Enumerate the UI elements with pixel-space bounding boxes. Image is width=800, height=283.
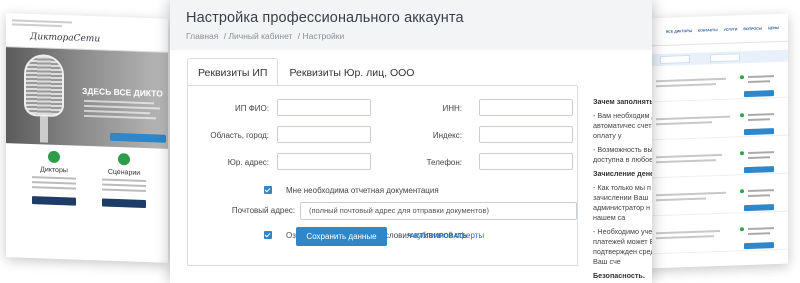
- feature-title: Сценарии: [107, 168, 141, 177]
- microphone-icon: [24, 53, 64, 118]
- docs-checkbox[interactable]: [264, 186, 272, 194]
- sidebar-text: - Вам необходим для автоматичес счета на…: [593, 111, 652, 140]
- breadcrumb-cabinet[interactable]: / Личный кабинет: [224, 31, 293, 41]
- page-title: Настройка профессионального аккаунта: [186, 10, 464, 26]
- right-filter-tab[interactable]: [710, 53, 740, 63]
- sidebar-heading: Зачем заполнять р: [593, 97, 652, 106]
- nav-item[interactable]: ЦЕНЫ: [768, 25, 779, 29]
- save-button[interactable]: Сохранить данные: [296, 227, 387, 246]
- legal-address-field[interactable]: [277, 153, 371, 170]
- background-screenshot-right: ВСЕ ДИКТОРЫ КОНТАКТЫ УСЛУГИ ВОПРОСЫ ЦЕНЫ: [650, 13, 788, 269]
- feature-text-line: [32, 186, 76, 190]
- sidebar-heading: Безопасность.: [593, 271, 645, 280]
- sidebar-text: - Необходимо уче платежей может Без подт…: [593, 227, 652, 266]
- requisites-tabs: Реквизиты ИП Реквизиты Юр. лиц, ООО: [187, 58, 425, 86]
- hero-text-line: [84, 114, 156, 120]
- hero-text-line: [84, 99, 154, 105]
- fio-label: ИП ФИО:: [235, 104, 269, 113]
- left-feature-scripts: Сценарии: [96, 152, 152, 209]
- feature-text-line: [102, 183, 146, 188]
- fio-field[interactable]: [277, 99, 371, 116]
- nav-item[interactable]: ВСЕ ДИКТОРЫ: [666, 28, 692, 33]
- sidebar-text: - Возможность вы доступна в любое: [593, 145, 652, 164]
- feature-title: Дикторы: [40, 166, 68, 175]
- background-screenshot-left: ДиктораСети ЗДЕСЬ ВСЕ ДИКТО Дикторы Сцен…: [6, 13, 168, 263]
- feature-text-line: [102, 178, 146, 183]
- nav-item[interactable]: КОНТАКТЫ: [698, 28, 718, 33]
- agree-checkbox[interactable]: [264, 231, 272, 239]
- left-hero: ЗДЕСЬ ВСЕ ДИКТО: [6, 47, 168, 149]
- feature-text-line: [102, 188, 146, 193]
- right-nav: ВСЕ ДИКТОРЫ КОНТАКТЫ УСЛУГИ ВОПРОСЫ ЦЕНЫ: [650, 13, 788, 47]
- settings-window: Настройка профессионального аккаунта Гла…: [170, 0, 652, 283]
- postal-label: Почтовый адрес:: [231, 206, 295, 215]
- list-item: [650, 219, 788, 255]
- city-field[interactable]: [277, 126, 371, 143]
- microphone-stand: [40, 116, 48, 143]
- list-item: [650, 143, 788, 179]
- sidebar-heading: Зачисление денег с: [593, 169, 652, 178]
- inn-field[interactable]: [479, 99, 573, 116]
- script-icon: [118, 153, 130, 166]
- city-label: Область, город:: [210, 131, 269, 140]
- info-sidebar: Зачем заполнять р - Вам необходим для ав…: [593, 97, 652, 283]
- inn-label: ИНН:: [442, 104, 462, 113]
- tab-ip[interactable]: Реквизиты ИП: [187, 58, 279, 86]
- page-header: Настройка профессионального аккаунта Гла…: [170, 0, 652, 50]
- phone-field[interactable]: [479, 153, 573, 170]
- index-field[interactable]: [479, 126, 573, 143]
- breadcrumb: Главная / Личный кабинет / Настройки: [186, 31, 652, 41]
- docs-checkbox-label: Мне необходима отчетная документация: [286, 186, 439, 195]
- hero-text-line: [84, 104, 160, 110]
- list-item: [650, 181, 788, 217]
- feature-button[interactable]: [32, 196, 76, 206]
- sidebar-text: - Как только мы п зачислении Ваш админис…: [593, 183, 652, 222]
- activate-link[interactable]: *АКТИВИРОВАТЬ: [407, 233, 467, 240]
- address-label: Юр. адрес:: [227, 158, 269, 167]
- tab-legal-entity[interactable]: Реквизиты Юр. лиц, ООО: [278, 58, 425, 86]
- list-item: [650, 105, 788, 141]
- left-feature-announcers: Дикторы: [26, 150, 82, 206]
- left-hero-button[interactable]: [110, 132, 166, 143]
- announcer-icon: [48, 150, 60, 164]
- feature-text-line: [32, 176, 76, 180]
- breadcrumb-settings: / Настройки: [297, 31, 345, 41]
- phone-label: Телефон:: [426, 158, 462, 167]
- nav-item[interactable]: УСЛУГИ: [724, 27, 738, 31]
- list-item: [650, 67, 788, 103]
- breadcrumb-home[interactable]: Главная: [186, 31, 218, 41]
- right-filter-tab[interactable]: [660, 55, 690, 65]
- feature-text-line: [32, 181, 76, 185]
- hero-text-line: [84, 109, 150, 115]
- feature-button[interactable]: [102, 198, 146, 209]
- postal-address-field[interactable]: (полный почтовый адрес для отправки доку…: [300, 202, 577, 220]
- index-label: Индекс:: [432, 131, 462, 140]
- left-hero-title: ЗДЕСЬ ВСЕ ДИКТО: [82, 85, 163, 99]
- nav-item[interactable]: ВОПРОСЫ: [743, 26, 762, 31]
